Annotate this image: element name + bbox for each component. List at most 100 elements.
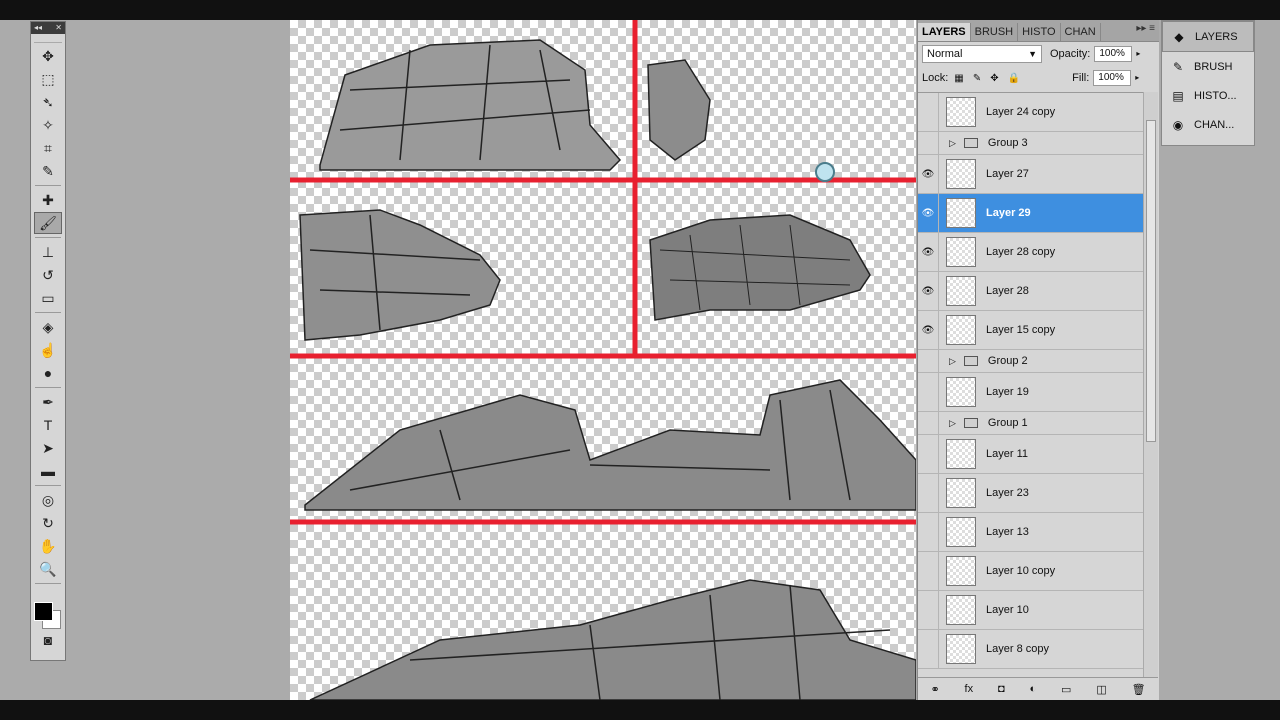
fill-field[interactable]: 100% <box>1093 70 1132 86</box>
layer-name: Layer 23 <box>986 487 1029 499</box>
rectangle-tool-icon[interactable]: ▬ <box>34 460 62 482</box>
visibility-toggle[interactable] <box>918 513 939 551</box>
layer-row[interactable]: 👁 Layer 28 copy <box>918 233 1143 272</box>
layer-group-row[interactable]: ▷ Group 1 <box>918 412 1143 435</box>
tab-histo[interactable]: HISTO <box>1018 23 1061 41</box>
expand-triangle-icon[interactable]: ▷ <box>949 138 956 149</box>
adjustment-layer-icon[interactable]: ◐ <box>1030 683 1037 695</box>
add-mask-icon[interactable]: ◘ <box>998 683 1005 695</box>
visibility-toggle[interactable] <box>918 373 939 411</box>
visibility-toggle[interactable] <box>918 350 939 372</box>
layer-name: Layer 28 copy <box>986 246 1056 258</box>
lock-label: Lock: <box>922 72 949 84</box>
eye-icon[interactable]: 👁 <box>918 155 939 193</box>
layer-row[interactable]: Layer 24 copy <box>918 93 1143 132</box>
eye-icon[interactable]: 👁 <box>918 272 939 310</box>
visibility-toggle[interactable] <box>918 93 939 131</box>
move-tool-icon[interactable]: ✥ <box>34 45 62 67</box>
new-layer-icon[interactable]: ◫ <box>1096 683 1106 696</box>
link-layers-icon[interactable]: ⚭ <box>930 683 939 696</box>
histo-icon: ▤ <box>1172 88 1184 103</box>
layer-row[interactable]: Layer 19 <box>918 373 1143 412</box>
expand-triangle-icon[interactable]: ▷ <box>949 356 956 367</box>
fill-slider-icon[interactable]: ▸ <box>1131 70 1143 86</box>
trash-icon[interactable]: 🗑 <box>1132 683 1146 696</box>
hand-tool-icon[interactable]: ✋ <box>34 535 62 557</box>
eyedropper-tool-icon[interactable]: ✎ <box>34 160 62 182</box>
layer-thumbnail <box>946 634 976 664</box>
tab-brush[interactable]: BRUSH <box>971 23 1019 41</box>
opacity-field[interactable]: 100% <box>1094 46 1133 62</box>
zoom-tool-icon[interactable]: 🔍 <box>34 558 62 580</box>
eye-icon[interactable]: 👁 <box>918 233 939 271</box>
layer-row[interactable]: Layer 8 copy <box>918 630 1143 669</box>
eye-icon[interactable]: 👁 <box>918 194 939 232</box>
visibility-toggle[interactable] <box>918 630 939 668</box>
dock-item-brush[interactable]: ✎ BRUSH <box>1162 52 1254 81</box>
opacity-slider-icon[interactable]: ▸ <box>1132 46 1144 62</box>
tab-chan[interactable]: CHAN <box>1061 23 1101 41</box>
layer-row[interactable]: Layer 10 <box>918 591 1143 630</box>
layer-row[interactable]: 👁 Layer 27 <box>918 155 1143 194</box>
close-icon[interactable]: ✕ <box>55 22 62 34</box>
layer-row[interactable]: Layer 23 <box>918 474 1143 513</box>
fx-icon[interactable]: fx <box>965 683 974 695</box>
3d-orbit-tool-icon[interactable]: ↻ <box>34 512 62 534</box>
dodge-tool-icon[interactable]: ● <box>34 362 62 384</box>
visibility-toggle[interactable] <box>918 474 939 512</box>
3d-rotate-tool-icon[interactable]: ◎ <box>34 489 62 511</box>
visibility-toggle[interactable] <box>918 591 939 629</box>
brush-tool-icon[interactable]: 🖌 <box>34 212 62 234</box>
tab-layers[interactable]: LAYERS <box>918 23 971 41</box>
eraser-tool-icon[interactable]: ▭ <box>34 287 62 309</box>
pen-tool-icon[interactable]: ✒ <box>34 391 62 413</box>
tools-panel-header[interactable]: ◂◂ ✕ <box>31 22 65 34</box>
dock-item-label: CHAN... <box>1194 118 1235 131</box>
visibility-toggle[interactable] <box>918 552 939 590</box>
crop-tool-icon[interactable]: ⌗ <box>34 137 62 159</box>
visibility-toggle[interactable] <box>918 435 939 473</box>
path-selection-tool-icon[interactable]: ➤ <box>34 437 62 459</box>
dock-item-layers[interactable]: ◆ LAYERS <box>1162 21 1254 52</box>
lasso-tool-icon[interactable]: ➴ <box>34 91 62 113</box>
layer-group-row[interactable]: ▷ Group 2 <box>918 350 1143 373</box>
panel-grip[interactable] <box>34 36 62 43</box>
layer-row[interactable]: 👁 Layer 29 <box>918 194 1143 233</box>
healing-brush-tool-icon[interactable]: ✚ <box>34 189 62 211</box>
lock-image-icon[interactable]: ✎ <box>973 73 981 84</box>
layer-row[interactable]: 👁 Layer 28 <box>918 272 1143 311</box>
paint-bucket-tool-icon[interactable]: ◈ <box>34 316 62 338</box>
dock-item-chan[interactable]: ◉ CHAN... <box>1162 110 1254 139</box>
clone-stamp-tool-icon[interactable]: ⊥ <box>34 241 62 263</box>
layer-row[interactable]: Layer 10 copy <box>918 552 1143 591</box>
visibility-toggle[interactable] <box>918 132 939 154</box>
lock-position-icon[interactable]: ✥ <box>990 73 998 84</box>
new-group-icon[interactable]: ▭ <box>1061 683 1071 696</box>
dock-item-label: LAYERS <box>1195 30 1238 43</box>
layer-row[interactable]: Layer 11 <box>918 435 1143 474</box>
smudge-tool-icon[interactable]: ☝ <box>34 339 62 361</box>
panel-menu-icon[interactable]: ▸▸ ≡ <box>1136 23 1155 34</box>
expand-triangle-icon[interactable]: ▷ <box>949 418 956 429</box>
layer-row[interactable]: Layer 13 <box>918 513 1143 552</box>
type-tool-icon[interactable]: T <box>34 414 62 436</box>
lock-all-icon[interactable]: 🔒 <box>1008 73 1020 84</box>
layer-list: Layer 24 copy ▷ Group 3 👁 Layer 27 👁 Layer 29 👁… <box>918 92 1143 678</box>
quick-selection-tool-icon[interactable]: ✧ <box>34 114 62 136</box>
visibility-toggle[interactable] <box>918 412 939 434</box>
layer-group-row[interactable]: ▷ Group 3 <box>918 132 1143 155</box>
eye-icon[interactable]: 👁 <box>918 311 939 349</box>
quick-mask-icon[interactable]: ◙ <box>34 629 62 651</box>
document-canvas[interactable] <box>290 20 916 700</box>
marquee-tool-icon[interactable]: ⬚ <box>34 68 62 90</box>
scrollbar-thumb[interactable] <box>1146 120 1156 442</box>
collapse-icon[interactable]: ◂◂ <box>34 22 42 34</box>
blend-mode-select[interactable]: Normal ▼ <box>922 45 1042 63</box>
lock-transparent-icon[interactable]: ▦ <box>954 73 963 84</box>
layer-thumbnail <box>946 478 976 508</box>
layer-row[interactable]: 👁 Layer 15 copy <box>918 311 1143 350</box>
dock-item-histo[interactable]: ▤ HISTO... <box>1162 81 1254 110</box>
layer-name: Group 1 <box>987 417 1028 429</box>
history-brush-tool-icon[interactable]: ↺ <box>34 264 62 286</box>
foreground-color-swatch[interactable] <box>34 602 53 621</box>
